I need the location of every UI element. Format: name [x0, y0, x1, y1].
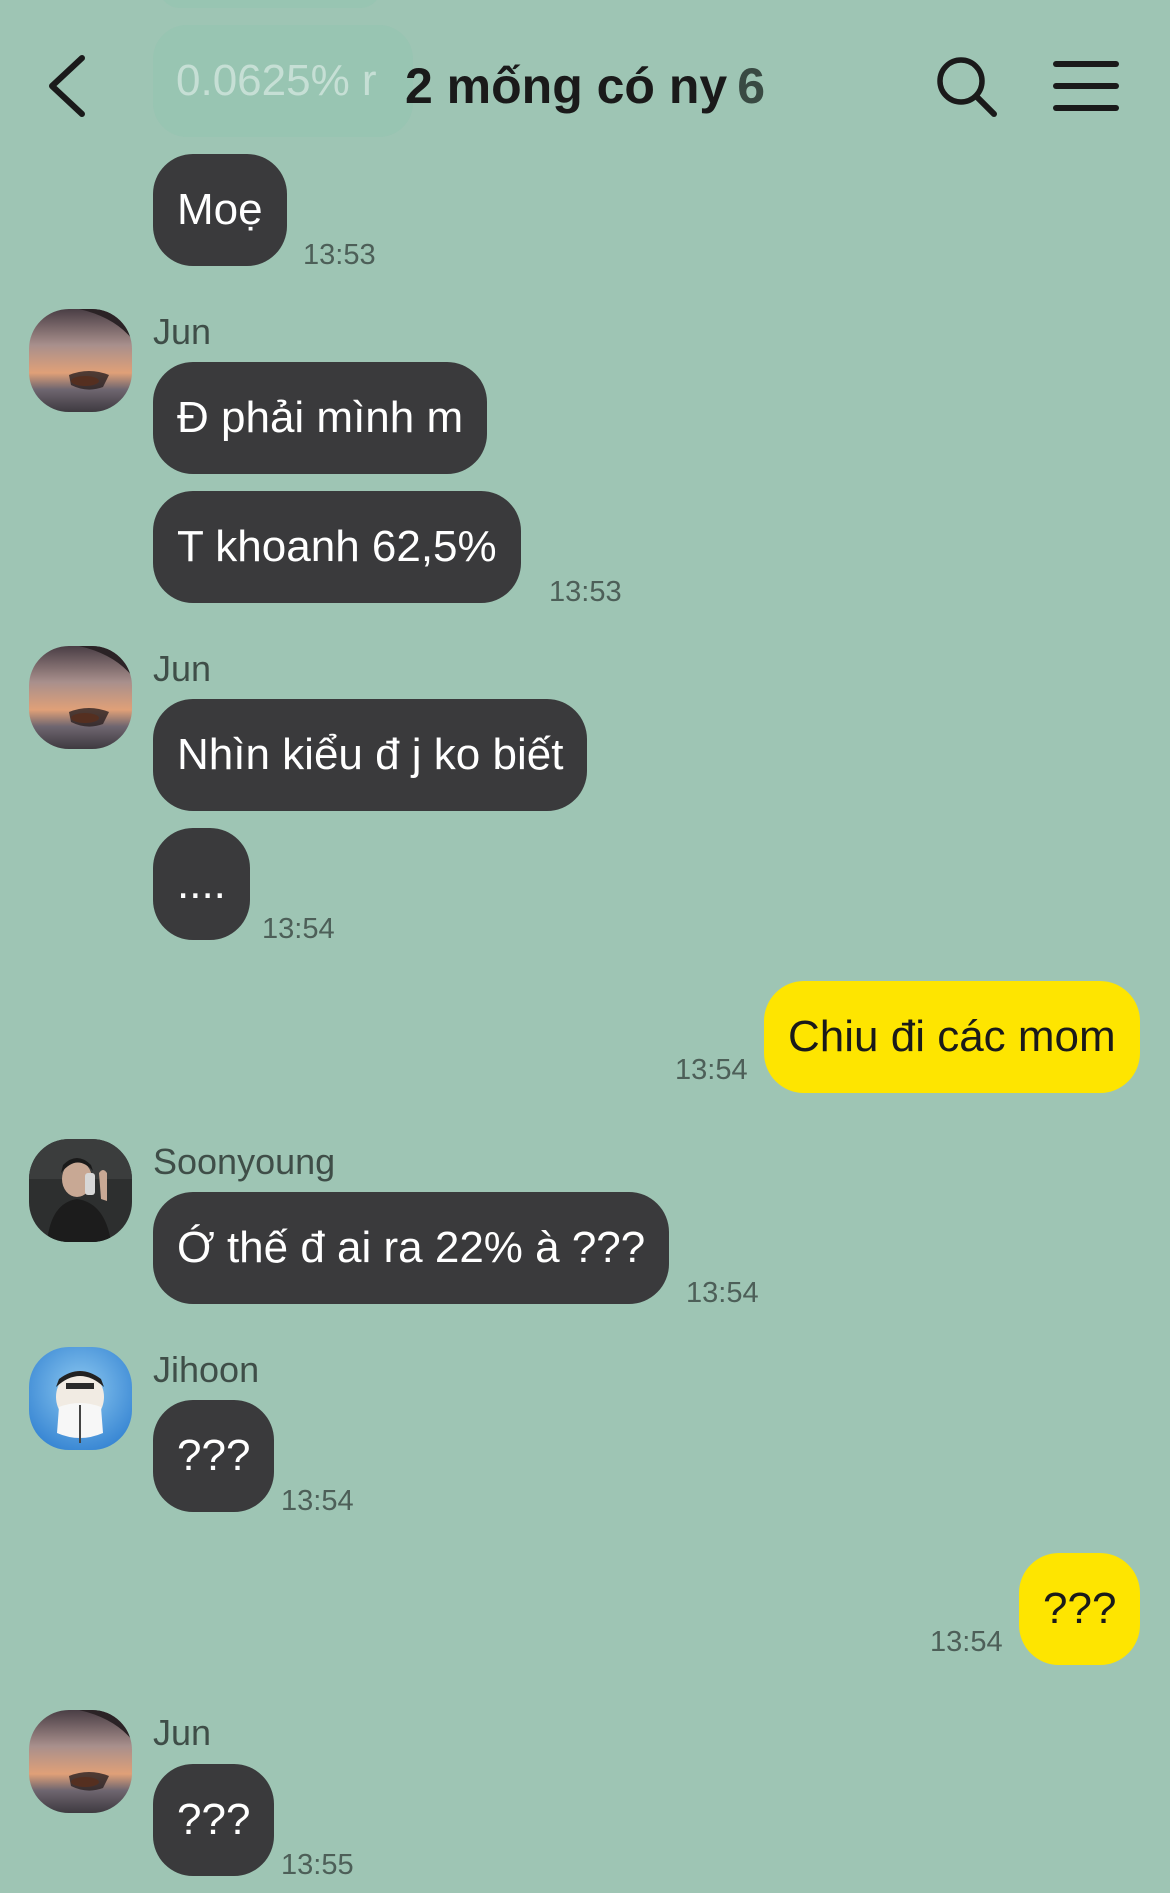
chat-header: 2 mống có ny 6	[0, 0, 1170, 170]
avatar-jun[interactable]	[29, 309, 132, 412]
chat-screen: 0.0625% r 2 mống có ny 6 Moẹ 13:53 Jun Đ…	[0, 0, 1170, 1893]
message-time: 13:54	[281, 1485, 354, 1517]
message-time: 13:54	[686, 1277, 759, 1309]
avatar-jun[interactable]	[29, 646, 132, 749]
message-time: 13:53	[303, 239, 376, 271]
message-time: 13:55	[281, 1849, 354, 1881]
message-bubble[interactable]: ....	[153, 828, 250, 940]
sender-name: Jun	[153, 311, 212, 352]
room-name: 2 mống có ny	[404, 58, 728, 114]
message-time: 13:54	[930, 1626, 1003, 1658]
sender-name: Jun	[153, 648, 212, 689]
search-icon	[937, 57, 997, 117]
avatar-jun[interactable]	[29, 1710, 132, 1813]
sender-name: Jun	[153, 1712, 212, 1753]
menu-button[interactable]	[1052, 58, 1120, 114]
message-bubble[interactable]: ???	[153, 1400, 275, 1512]
message-bubble[interactable]: ???	[153, 1764, 275, 1876]
message-bubble[interactable]: T khoanh 62,5%	[153, 491, 521, 603]
message-bubble[interactable]: Moẹ	[153, 154, 287, 266]
search-button[interactable]	[932, 52, 1002, 122]
avatar-jihoon[interactable]	[29, 1347, 132, 1450]
my-message-bubble[interactable]: Chiu đi các mom	[764, 981, 1140, 1093]
message-time: 13:53	[549, 576, 622, 608]
member-count: 6	[737, 58, 766, 114]
message-time: 13:54	[675, 1054, 748, 1086]
my-message-bubble[interactable]: ???	[1019, 1553, 1141, 1665]
sender-name: Soonyoung	[153, 1141, 336, 1182]
sender-name: Jihoon	[153, 1349, 260, 1390]
message-bubble[interactable]: Nhìn kiểu đ j ko biết	[153, 699, 588, 811]
message-bubble[interactable]: Ớ thế đ ai ra 22% à ???	[153, 1192, 670, 1304]
message-bubble[interactable]: Đ phải mình m	[153, 362, 488, 474]
message-time: 13:54	[262, 913, 335, 945]
avatar-soonyoung[interactable]	[29, 1139, 132, 1242]
hamburger-menu-icon	[1053, 61, 1119, 111]
